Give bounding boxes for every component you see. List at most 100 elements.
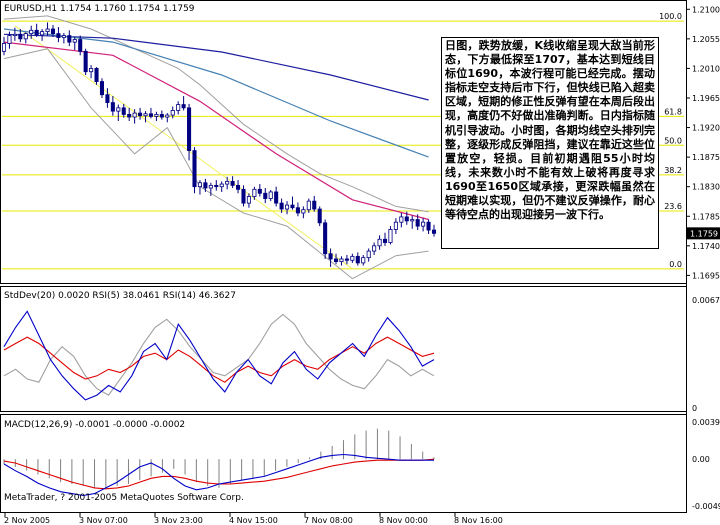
candles-layer xyxy=(1,22,437,267)
candle-body xyxy=(67,35,72,43)
candle-body xyxy=(285,204,290,210)
time-tick-label: 7 Nov 08:00 xyxy=(304,516,353,525)
time-axis: 2 Nov 2005 3 Nov 07:00 3 Nov 23:00 4 Nov 15… xyxy=(4,513,503,525)
candle-body xyxy=(12,33,17,36)
candle-body xyxy=(257,188,262,194)
candle-body xyxy=(328,253,333,260)
candle-body xyxy=(127,114,132,118)
candle-body xyxy=(393,221,398,230)
stddev-tick-label: 0 xyxy=(692,404,697,413)
candle-body xyxy=(116,107,121,112)
price-tick-label: 1.2010 xyxy=(692,64,720,73)
moving-average-line xyxy=(3,28,429,158)
fib-level-label: 61.8 xyxy=(664,107,682,116)
stddev-tick-label: 0.0067 xyxy=(692,296,720,305)
candle-body xyxy=(246,196,251,204)
candle-body xyxy=(83,50,88,73)
price-tick-label: 1.2100 xyxy=(692,5,720,14)
candle-body xyxy=(382,238,388,243)
stddev-rsi-lines: 0.0067 0 xyxy=(3,296,720,413)
candle-body xyxy=(154,114,159,117)
candle-body xyxy=(339,258,344,263)
commentary-box: 日图，跌势放缓，K线收缩呈现大敌当前形态，下方最低探至1707，基本达到短线目标… xyxy=(441,37,659,249)
candle-body xyxy=(317,208,322,224)
candle-body xyxy=(7,35,12,44)
candle-body xyxy=(1,43,7,52)
candle-body xyxy=(56,33,61,38)
candle-body xyxy=(241,188,246,204)
price-tick-label: 1.2055 xyxy=(692,35,720,44)
price-tick-label: 1.1920 xyxy=(692,124,720,133)
bollinger-bands xyxy=(3,15,429,280)
fib-level-label: 38.2 xyxy=(664,166,682,175)
chart-title: EURUSD,H1 1.1754 1.1760 1.1754 1.1759 xyxy=(4,4,195,14)
candle-body xyxy=(181,104,186,109)
candle-body xyxy=(236,184,241,190)
candle-body xyxy=(404,216,409,222)
candle-body xyxy=(34,29,39,36)
candle-body xyxy=(50,28,56,34)
macd-label: MACD(12,26,9) -0.0001 -0.0000 -0.0002 xyxy=(4,420,185,430)
copyright-text: MetaTrader, ? 2001-2005 MetaQuotes Softw… xyxy=(4,493,244,503)
price-tick-label: 1.1965 xyxy=(692,94,720,103)
candle-body xyxy=(219,183,224,188)
moving-averages xyxy=(3,28,429,221)
candle-body xyxy=(61,35,66,38)
candle-body xyxy=(306,200,311,211)
fib-level-label: 50.0 xyxy=(664,136,682,145)
candle-body xyxy=(148,113,153,117)
candle-body xyxy=(110,102,115,112)
candle-body xyxy=(431,229,437,234)
candle-body xyxy=(388,229,393,243)
candle-body xyxy=(410,219,415,222)
candle-body xyxy=(121,107,126,115)
candle-body xyxy=(312,200,317,210)
chart-window: 100.0 61.8 50.0 38.2 23.6 0.0 1.2100 1.2055 1.2… xyxy=(0,0,720,525)
candle-body xyxy=(323,222,328,255)
candle-body xyxy=(295,207,300,214)
candle-body xyxy=(23,33,28,40)
candle-body xyxy=(192,150,197,188)
candle-body xyxy=(176,104,181,111)
candle-body xyxy=(372,245,377,252)
candle-body xyxy=(29,29,34,34)
fib-level-label: 0.0 xyxy=(669,260,682,269)
stddev-rsi-label: StdDev(20) 0.0020 RSI(5) 38.0461 RSI(14)… xyxy=(4,291,236,301)
candle-body xyxy=(344,258,349,261)
candle-body xyxy=(426,221,431,231)
candle-body xyxy=(18,33,23,40)
candle-body xyxy=(225,181,230,185)
price-tick-label: 1.1875 xyxy=(692,153,720,162)
candle-body xyxy=(361,257,366,264)
price-tick-label: 1.1785 xyxy=(692,212,720,221)
fib-level-label: 23.6 xyxy=(664,202,682,211)
candle-body xyxy=(230,181,235,186)
macd-tick-label: 0.0039 xyxy=(692,418,720,427)
candle-body xyxy=(138,112,143,117)
candle-body xyxy=(159,114,164,118)
candle-body xyxy=(399,216,404,223)
candle-body xyxy=(274,191,279,204)
candle-body xyxy=(263,192,268,199)
candle-body xyxy=(143,113,148,117)
candle-body xyxy=(415,219,420,227)
price-tick-label: 1.1695 xyxy=(692,271,720,280)
candle-body xyxy=(187,107,192,151)
time-tick-label: 3 Nov 07:00 xyxy=(79,516,128,525)
commentary-text: 日图，跌势放缓，K线收缩呈现大敌当前形态，下方最低探至1707，基本达到短线目标… xyxy=(445,39,655,222)
fib-level-label: 100.0 xyxy=(659,12,682,21)
time-tick-label: 8 Nov 00:00 xyxy=(379,516,428,525)
candle-body xyxy=(89,68,94,73)
candle-body xyxy=(170,110,175,116)
time-tick-label: 4 Nov 15:00 xyxy=(229,516,278,525)
candle-body xyxy=(40,31,45,36)
price-tag-label: 1.1759 xyxy=(690,229,718,238)
candle-body xyxy=(279,202,284,210)
candle-body xyxy=(366,250,371,259)
candle-body xyxy=(197,182,202,188)
candle-body xyxy=(105,94,110,103)
candle-body xyxy=(350,255,355,261)
candle-body xyxy=(72,39,77,43)
candle-body xyxy=(165,114,170,118)
candle-body xyxy=(252,188,257,197)
